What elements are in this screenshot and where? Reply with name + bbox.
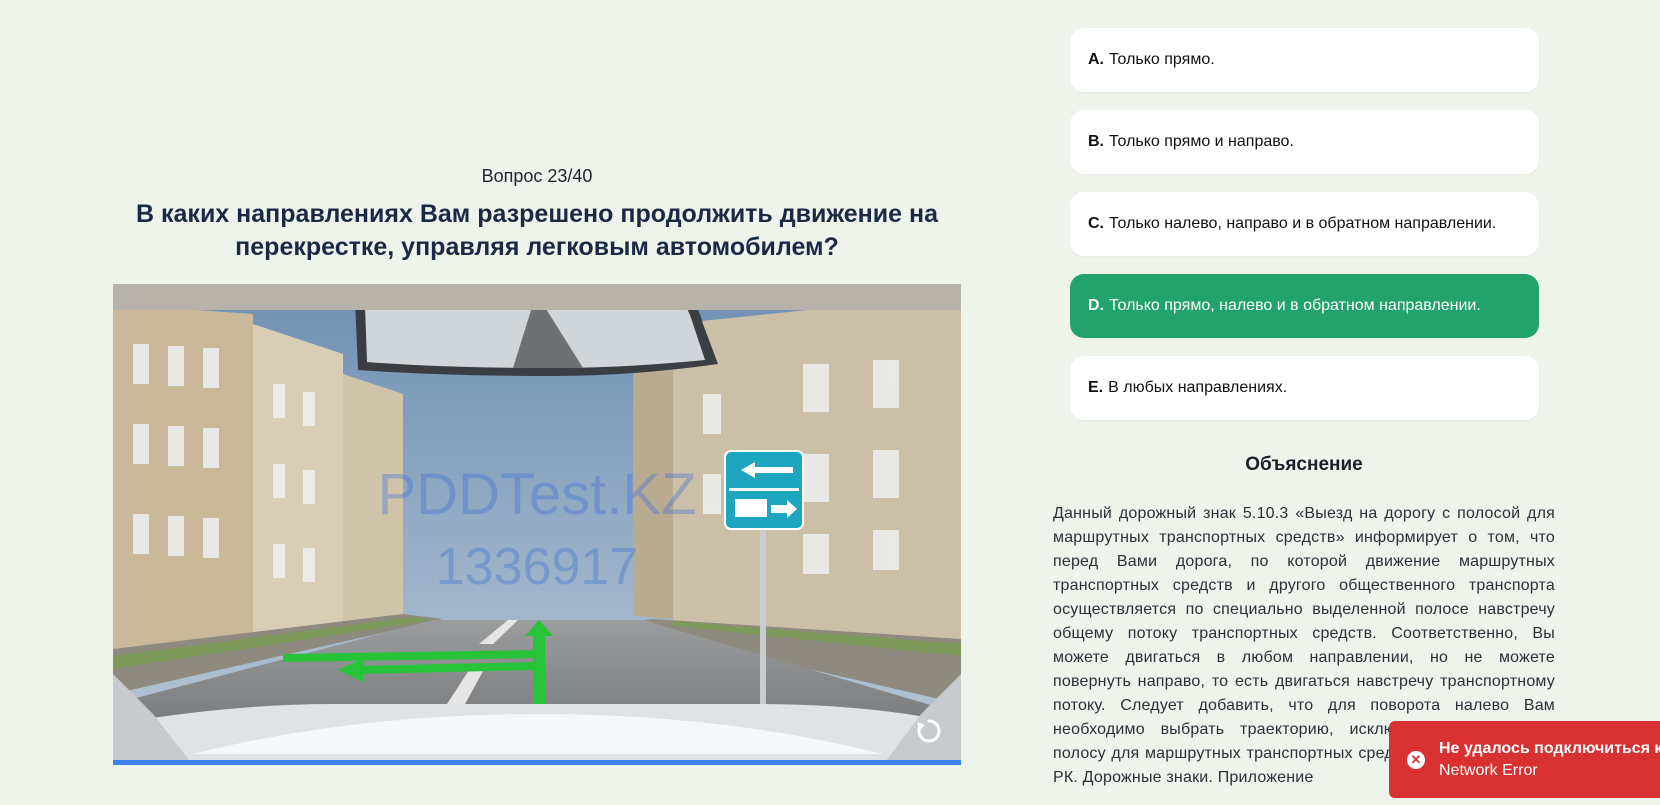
answer-letter: E. <box>1088 379 1104 396</box>
answer-text: В любых направлениях. <box>1108 379 1288 396</box>
explanation-title: Объяснение <box>1245 454 1363 475</box>
road-scene-image: PDDTest.KZ 1336917 <box>113 284 961 765</box>
question-title: В каких направлениях Вам разрешено продо… <box>136 200 938 261</box>
toast-message: Network Error <box>1439 761 1538 779</box>
watermark-line2: 1336917 <box>436 538 638 596</box>
answer-text: Только прямо, налево и в обратном направ… <box>1109 297 1481 314</box>
answer-option[interactable]: B. Только прямо и направо. <box>1070 110 1539 174</box>
answer-option[interactable]: E. В любых направлениях. <box>1070 356 1539 420</box>
answer-letter: A. <box>1088 51 1104 68</box>
answer-text: Только прямо. <box>1109 51 1215 68</box>
replay-icon <box>917 719 941 743</box>
error-toast[interactable]: ✕ Не удалось подключиться к серверу Netw… <box>1389 721 1660 798</box>
answer-option[interactable]: D. Только прямо, налево и в обратном напр… <box>1070 274 1539 338</box>
answer-text: Только прямо и направо. <box>1109 133 1294 150</box>
answer-letter: D. <box>1088 297 1104 314</box>
answers-list: A. Только прямо. B. Только прямо и направо.… <box>1070 28 1539 438</box>
replay-button[interactable] <box>909 711 949 751</box>
watermark-line1: PDDTest.KZ <box>377 462 696 527</box>
answer-text: Только налево, направо и в обратном напр… <box>1109 215 1497 232</box>
toast-title: Не удалось подключиться к серверу <box>1439 739 1660 757</box>
answer-letter: B. <box>1088 133 1104 150</box>
error-icon: ✕ <box>1407 750 1425 769</box>
question-video[interactable]: PDDTest.KZ 1336917 <box>113 284 961 765</box>
answer-option[interactable]: C. Только налево, направо и в обратном на… <box>1070 192 1539 256</box>
question-counter: Вопрос 23/40 <box>481 166 593 186</box>
answer-option[interactable]: A. Только прямо. <box>1070 28 1539 92</box>
video-progress-bar[interactable] <box>113 760 961 765</box>
answer-letter: C. <box>1088 215 1104 232</box>
